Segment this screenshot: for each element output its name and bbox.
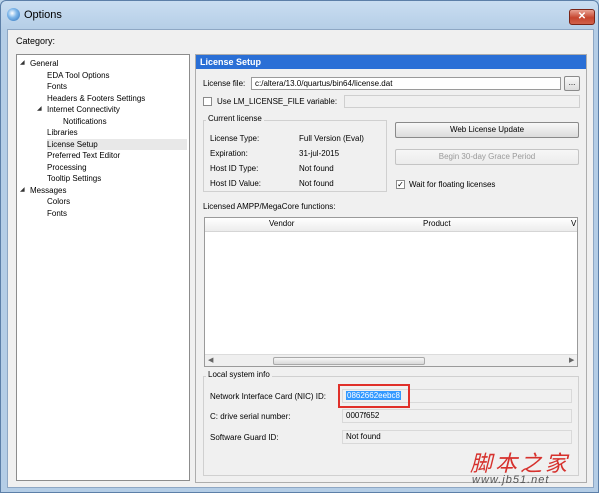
host-id-value-label: Host ID Value: [210,179,261,188]
wait-floating-licenses-checkbox[interactable]: ✓ [396,180,405,189]
tree-item-headers-footers[interactable]: Headers & Footers Settings [47,93,145,104]
use-lm-license-checkbox[interactable] [203,97,212,106]
watermark-logo: 脚本之家 www.jb51.net [470,446,598,492]
tree-item-colors[interactable]: Colors [47,196,70,207]
close-button[interactable]: ✕ [569,9,595,25]
options-window: Options ✕ Category: ◢ General EDA Tool O… [0,0,599,493]
tree-item-libraries[interactable]: Libraries [47,127,78,138]
drive-serial-value[interactable]: 0007f652 [342,409,572,423]
tree-item-processing[interactable]: Processing [47,162,87,173]
tree-item-messages[interactable]: Messages [30,185,66,196]
tree-item-messages-fonts[interactable]: Fonts [47,208,67,219]
tree-item-preferred-text-editor[interactable]: Preferred Text Editor [47,150,120,161]
nic-highlight-box [338,384,410,408]
app-icon [7,8,20,21]
license-file-label: License file: [203,79,246,88]
category-label: Category: [16,36,56,46]
use-lm-license-label: Use LM_LICENSE_FILE variable: [217,97,338,106]
host-id-type-value: Not found [299,164,334,173]
host-id-value-value: Not found [299,179,334,188]
license-file-input[interactable]: c:/altera/13.0/quartus/bin64/license.dat [251,77,561,90]
lm-license-variable-input[interactable] [344,95,580,108]
local-system-info-title: Local system info [206,370,272,379]
tree-item-tooltip-settings[interactable]: Tooltip Settings [47,173,101,184]
license-type-label: License Type: [210,134,260,143]
watermark-url: www.jb51.net [472,474,550,486]
tree-item-eda-tool-options[interactable]: EDA Tool Options [47,70,110,81]
category-tree[interactable]: ◢ General EDA Tool Options Fonts Headers… [16,54,190,481]
grace-period-button[interactable]: Begin 30-day Grace Period [395,149,579,165]
license-setup-panel: License Setup License file: c:/altera/13… [195,54,587,483]
ampp-functions-label: Licensed AMPP/MegaCore functions: [203,202,336,211]
expiration-value: 31-jul-2015 [299,149,340,158]
scroll-left-icon[interactable]: ◀ [208,356,213,364]
dialog-body: Category: ◢ General EDA Tool Options Fon… [7,29,594,488]
web-license-update-button[interactable]: Web License Update [395,122,579,138]
column-product[interactable]: Product [423,219,451,228]
tree-item-internet-connectivity[interactable]: Internet Connectivity [47,104,120,115]
tree-item-notifications[interactable]: Notifications [63,116,107,127]
host-id-type-label: Host ID Type: [210,164,259,173]
current-license-title: Current license [206,114,264,123]
expand-icon[interactable]: ◢ [20,186,25,193]
drive-serial-label: C: drive serial number: [210,412,291,421]
column-version[interactable]: V [571,219,576,228]
horizontal-scrollbar[interactable]: ◀ ▶ [205,354,577,366]
title-bar[interactable]: Options ✕ [1,1,598,29]
tree-item-license-setup[interactable]: License Setup [47,139,187,150]
software-guard-value[interactable]: Not found [342,430,572,444]
tree-item-fonts[interactable]: Fonts [47,81,67,92]
license-type-value: Full Version (Eval) [299,134,364,143]
ampp-functions-list[interactable]: Vendor Product V ◀ ▶ [204,217,578,367]
software-guard-label: Software Guard ID: [210,433,279,442]
tree-item-general[interactable]: General [30,58,58,69]
nic-id-label: Network Interface Card (NIC) ID: [210,392,327,401]
expand-icon[interactable]: ◢ [37,105,42,112]
column-vendor[interactable]: Vendor [269,219,294,228]
window-title: Options [24,9,62,21]
expand-icon[interactable]: ◢ [20,59,25,66]
wait-floating-licenses-label: Wait for floating licenses [409,180,496,189]
scroll-right-icon[interactable]: ▶ [569,356,574,364]
expiration-label: Expiration: [210,149,248,158]
browse-button[interactable]: ... [564,76,580,91]
scroll-thumb[interactable] [273,357,425,365]
list-header: Vendor Product V [205,218,577,232]
panel-header: License Setup [196,55,586,69]
